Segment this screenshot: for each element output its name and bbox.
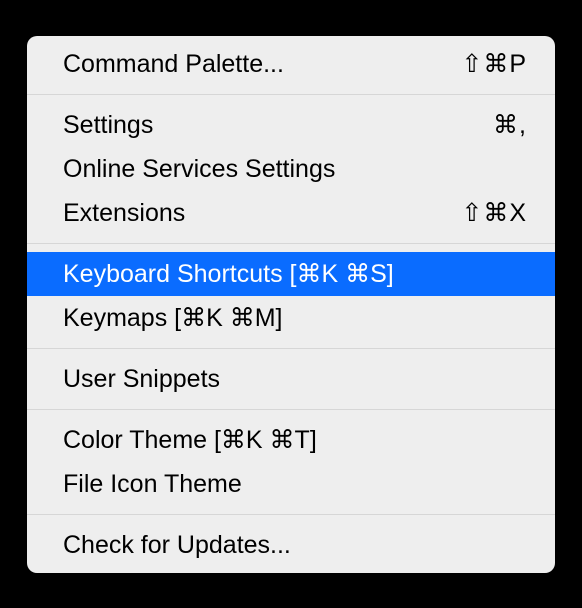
menu-item-shortcut: ⌘, [493,107,527,143]
menu-item-keyboard-shortcuts[interactable]: Keyboard Shortcuts [⌘K ⌘S] [27,252,555,296]
menu-item-label: File Icon Theme [63,466,242,502]
menu-separator [27,514,555,515]
menu-separator [27,348,555,349]
menu-item-file-icon-theme[interactable]: File Icon Theme [27,462,555,506]
menu-item-color-theme[interactable]: Color Theme [⌘K ⌘T] [27,418,555,462]
menu-separator [27,409,555,410]
menu-item-label: Settings [63,107,153,143]
menu-item-label: Extensions [63,195,185,231]
menu-separator [27,94,555,95]
menu-item-command-palette[interactable]: Command Palette... ⇧⌘P [27,42,555,86]
context-menu: Command Palette... ⇧⌘P Settings ⌘, Onlin… [27,36,555,573]
menu-item-shortcut: ⇧⌘X [461,195,527,231]
menu-item-label: Check for Updates... [63,527,291,563]
menu-item-label: Keymaps [⌘K ⌘M] [63,300,283,336]
menu-item-label: User Snippets [63,361,220,397]
menu-item-label: Command Palette... [63,46,284,82]
menu-item-label: Online Services Settings [63,151,335,187]
menu-separator [27,243,555,244]
menu-item-online-services-settings[interactable]: Online Services Settings [27,147,555,191]
menu-item-extensions[interactable]: Extensions ⇧⌘X [27,191,555,235]
menu-item-shortcut: ⇧⌘P [461,46,527,82]
menu-item-settings[interactable]: Settings ⌘, [27,103,555,147]
menu-item-keymaps[interactable]: Keymaps [⌘K ⌘M] [27,296,555,340]
menu-item-check-for-updates[interactable]: Check for Updates... [27,523,555,567]
menu-item-user-snippets[interactable]: User Snippets [27,357,555,401]
menu-item-label: Keyboard Shortcuts [⌘K ⌘S] [63,256,394,292]
menu-item-label: Color Theme [⌘K ⌘T] [63,422,317,458]
